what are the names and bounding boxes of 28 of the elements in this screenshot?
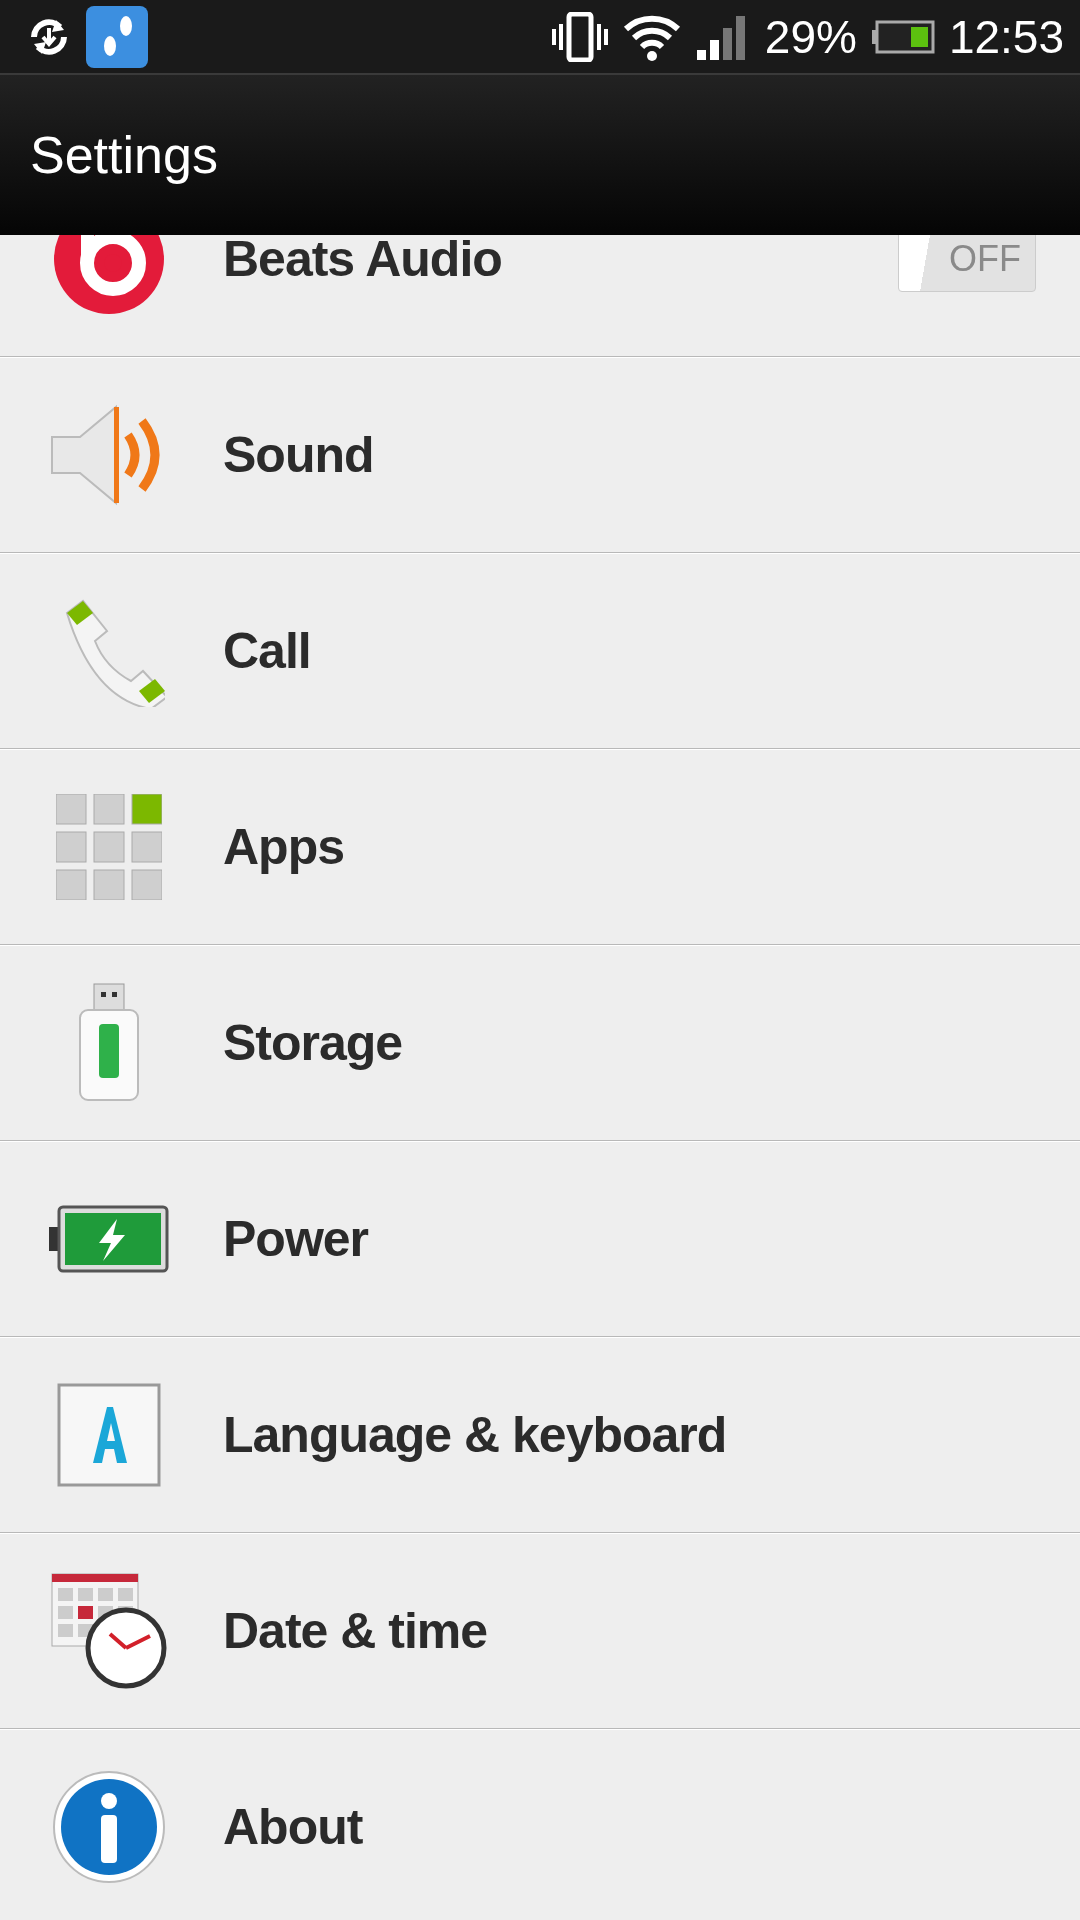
item-label: Date & time (223, 1601, 489, 1660)
item-label: Sound (223, 425, 375, 484)
item-label: Language & keyboard (223, 1405, 728, 1464)
calendar-clock-icon (49, 1571, 168, 1690)
screen-title: Settings (30, 125, 218, 185)
battery-percent: 29% (764, 9, 857, 64)
settings-item[interactable]: Sound (0, 357, 1080, 553)
item-label: Storage (223, 1013, 404, 1072)
footprints-app-icon (86, 5, 148, 68)
settings-item[interactable]: Apps (0, 749, 1080, 945)
vibrate-icon (550, 11, 609, 62)
settings-item[interactable]: Date & time (0, 1533, 1080, 1729)
info-icon (50, 1768, 167, 1885)
item-label: Apps (223, 817, 345, 876)
settings-item[interactable]: Call (0, 553, 1080, 749)
settings-item[interactable]: Beats Audio OFF (0, 235, 1080, 357)
item-label: About (223, 1797, 364, 1856)
settings-item[interactable]: Storage (0, 945, 1080, 1141)
settings-item[interactable]: Language & keyboard (0, 1337, 1080, 1533)
item-label: Power (223, 1209, 370, 1268)
settings-item[interactable]: About (0, 1729, 1080, 1920)
battery-icon (870, 19, 935, 54)
letter-key-icon (56, 1382, 161, 1487)
clock-time: 12:53 (948, 9, 1064, 64)
settings-item[interactable]: Power (0, 1141, 1080, 1337)
item-label: Call (223, 621, 312, 680)
item-label: Beats Audio (223, 235, 503, 288)
app-grid-icon (55, 793, 162, 900)
